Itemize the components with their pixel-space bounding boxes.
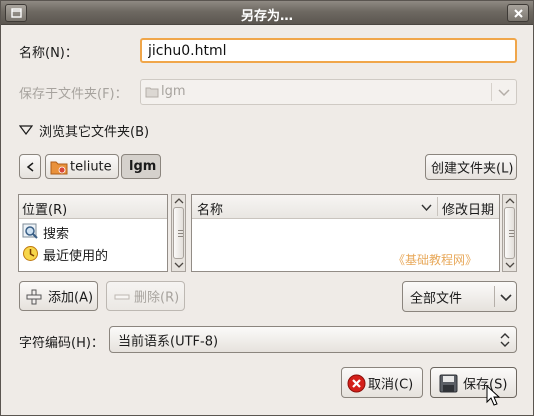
name-label: 名称(N)： — [19, 46, 78, 61]
column-header-modified[interactable]: 修改日期 — [438, 195, 500, 218]
create-folder-button[interactable]: 创建文件夹(L) — [425, 154, 517, 180]
title-bar: 另存为… — [1, 1, 533, 25]
cancel-icon — [347, 374, 366, 393]
chevron-down-icon — [500, 294, 512, 302]
column-header-name[interactable]: 名称 — [192, 195, 437, 218]
places-scrollbar[interactable] — [171, 194, 186, 272]
places-scroll-thumb[interactable] — [173, 207, 184, 259]
window-title: 另存为… — [240, 9, 293, 24]
remove-bookmark-button: 删除(R) — [106, 281, 185, 311]
path-back-button[interactable] — [19, 154, 41, 179]
path-label-lgm: lgm — [129, 159, 157, 174]
files-scroll-thumb[interactable] — [504, 207, 515, 259]
cancel-label: 取消(C) — [368, 377, 414, 392]
add-bookmark-button[interactable]: 添加(A) — [19, 281, 98, 311]
places-header-label: 位置(R) — [22, 203, 68, 218]
watermark: 《基础教程网》 — [392, 253, 477, 267]
scroll-down-icon — [174, 262, 184, 268]
encoding-label: 字符编码(H)： — [19, 336, 104, 351]
places-pane: 位置(R) 搜索 最近使用的 — [18, 194, 168, 272]
combo-separator — [494, 286, 495, 307]
column-label-name: 名称 — [197, 203, 224, 218]
scroll-up-icon — [505, 198, 515, 204]
file-filter-combo[interactable]: 全部文件 — [402, 281, 517, 312]
create-folder-label: 创建文件夹(L) — [431, 161, 514, 177]
save-in-folder-value: lgm — [161, 84, 186, 99]
chevron-left-icon — [26, 162, 34, 172]
places-header[interactable]: 位置(R) — [19, 195, 167, 219]
home-folder-icon — [50, 161, 68, 175]
file-filter-value: 全部文件 — [410, 291, 463, 306]
files-pane: 名称 修改日期 《基础教程网》 — [191, 194, 500, 272]
remove-bookmark-label: 删除(R) — [134, 290, 180, 306]
files-scrollbar[interactable] — [502, 194, 517, 272]
path-button-lgm[interactable]: lgm — [121, 154, 161, 179]
encoding-value: 当前语系(UTF-8) — [118, 334, 219, 349]
chevron-down-icon — [498, 89, 510, 97]
save-as-dialog: 另存为… 名称(N)： 保存于文件夹(F)： lgm 浏览其它文件夹(B) — [0, 0, 534, 416]
name-input[interactable] — [140, 38, 517, 63]
mouse-cursor-icon — [486, 385, 500, 406]
path-button-teliute[interactable]: teliute — [45, 154, 119, 179]
search-icon — [22, 223, 38, 239]
minus-icon — [114, 294, 130, 300]
save-button[interactable]: 保存(S) — [430, 367, 517, 398]
expander-arrow-icon — [19, 125, 33, 135]
folder-icon — [145, 87, 159, 98]
files-header: 名称 修改日期 — [192, 195, 499, 219]
updown-arrows-icon — [500, 333, 510, 347]
scroll-up-icon — [174, 198, 184, 204]
scroll-down-icon — [505, 262, 515, 268]
cancel-button[interactable]: 取消(C) — [341, 367, 423, 398]
add-bookmark-label: 添加(A) — [48, 290, 94, 306]
combo-separator — [491, 83, 492, 101]
place-label-search: 搜索 — [43, 227, 70, 242]
browse-folders-label: 浏览其它文件夹(B) — [39, 125, 150, 140]
save-in-folder-combo: lgm — [140, 79, 517, 105]
path-label-teliute: teliute — [70, 159, 112, 174]
recent-icon — [23, 246, 38, 261]
close-button[interactable] — [507, 4, 529, 22]
place-label-recent: 最近使用的 — [43, 249, 109, 264]
save-in-label: 保存于文件夹(F)： — [19, 87, 128, 102]
floppy-disk-icon — [439, 374, 458, 393]
column-label-modified: 修改日期 — [442, 203, 495, 218]
encoding-combo[interactable]: 当前语系(UTF-8) — [109, 326, 517, 353]
close-icon — [514, 9, 523, 18]
sort-descending-icon — [421, 204, 432, 211]
plus-icon — [26, 289, 42, 305]
